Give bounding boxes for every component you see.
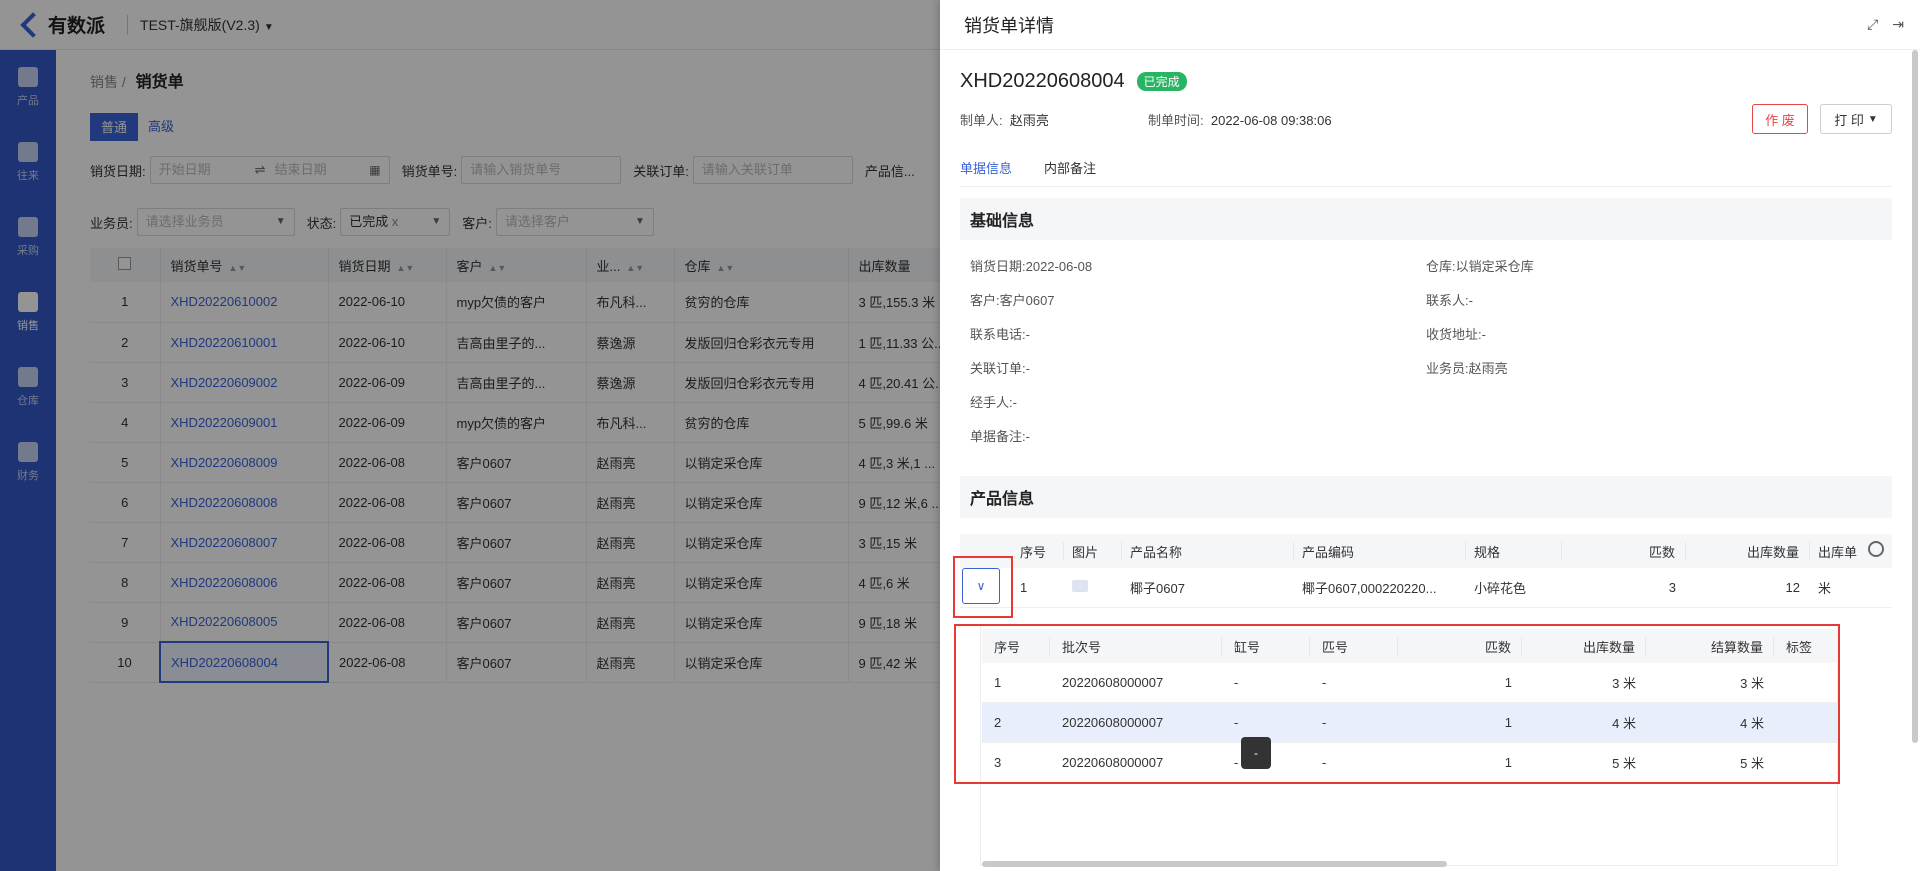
tabs-divider <box>960 186 1892 187</box>
time-info: 制单时间: 2022-06-08 09:38:06 <box>1148 110 1332 129</box>
highlight-box-expand <box>953 556 1013 618</box>
info-address: 收货地址:- <box>1426 327 1486 342</box>
void-button-label: 作 废 <box>1765 112 1795 128</box>
maker-label: 制单人: <box>960 113 1003 128</box>
info-warehouse: 仓库:以销定采仓库 <box>1426 259 1534 274</box>
product-row: 1 椰子0607 椰子0607,000220220... 小碎花色 3 12 米 <box>960 568 1892 608</box>
info-contact: 联系人:- <box>1426 293 1473 308</box>
header-cell: 产品编码 <box>1294 541 1466 561</box>
product-name: 椰子0607 <box>1130 581 1185 596</box>
fullscreen-icon[interactable]: ⤢ <box>1867 16 1878 33</box>
basic-info-title: 基础信息 <box>960 198 1892 240</box>
document-number: XHD20220608004 <box>960 70 1125 92</box>
header-cell: 出库数量 <box>1686 541 1810 561</box>
header-cell: 产品名称 <box>1122 541 1294 561</box>
product-table: 序号 图片 产品名称 产品编码 规格 匹数 出库数量 出库单 1 椰子0607 … <box>960 534 1892 608</box>
time-label: 制单时间: <box>1148 113 1204 128</box>
header-cell: 出库单 <box>1818 544 1858 560</box>
header-cell: 规格 <box>1466 541 1562 561</box>
header-cell: 图片 <box>1064 541 1122 561</box>
info-customer: 客户:客户0607 <box>970 293 1055 308</box>
print-button-label: 打 印 <box>1834 112 1864 128</box>
product-spec: 小碎花色 <box>1474 581 1527 596</box>
highlight-box-subtable <box>954 624 1840 784</box>
drawer-title: 销货单详情 <box>964 15 1054 36</box>
maker-value: 赵雨亮 <box>1009 113 1049 128</box>
product-unit: 米 <box>1818 581 1832 596</box>
image-icon <box>1072 580 1088 592</box>
void-button[interactable]: 作 废 <box>1752 104 1808 134</box>
product-info-section: 产品信息 <box>960 476 1892 518</box>
collapse-drawer-icon[interactable]: ⇥ <box>1892 16 1904 33</box>
info-remark: 单据备注:- <box>970 429 1030 444</box>
modal-overlay[interactable] <box>0 0 940 871</box>
tab-internal-notes[interactable]: 内部备注 <box>1044 158 1096 177</box>
product-info-title: 产品信息 <box>960 476 1892 518</box>
product-qty: 12 <box>1785 580 1800 595</box>
product-image[interactable] <box>1064 580 1122 595</box>
drawer-header: 销货单详情 ⤢ ⇥ <box>940 0 1920 50</box>
horizontal-scrollbar[interactable] <box>982 861 1447 867</box>
product-code: 椰子0607,000220220... <box>1302 581 1437 596</box>
tab-document-info[interactable]: 单据信息 <box>960 158 1012 177</box>
info-handler: 经手人:- <box>970 395 1017 410</box>
detail-tabs: 单据信息 内部备注 <box>960 158 1096 177</box>
product-table-header: 序号 图片 产品名称 产品编码 规格 匹数 出库数量 出库单 <box>960 534 1892 568</box>
status-badge: 已完成 <box>1136 72 1187 91</box>
header-cell: 序号 <box>1012 541 1064 561</box>
tooltip: - <box>1241 737 1271 769</box>
header-cell: 匹数 <box>1562 541 1686 561</box>
gear-icon[interactable] <box>1868 541 1884 557</box>
basic-info-section: 基础信息 销货日期:2022-06-08 仓库:以销定采仓库 客户:客户0607… <box>960 198 1892 458</box>
info-date: 销货日期:2022-06-08 <box>970 259 1093 274</box>
chevron-down-icon: ▼ <box>1867 113 1878 125</box>
info-salesman: 业务员:赵雨亮 <box>1426 361 1508 376</box>
maker-info: 制单人: 赵雨亮 <box>960 110 1049 129</box>
info-phone: 联系电话:- <box>970 327 1030 342</box>
time-value: 2022-06-08 09:38:06 <box>1210 113 1332 128</box>
document-header: XHD20220608004 已完成 <box>960 70 1187 93</box>
product-idx: 1 <box>1020 580 1028 595</box>
vertical-scrollbar[interactable] <box>1912 50 1918 743</box>
product-pieces: 3 <box>1668 580 1676 595</box>
print-button[interactable]: 打 印 ▼ <box>1820 104 1892 134</box>
info-related-order: 关联订单:- <box>970 361 1030 376</box>
